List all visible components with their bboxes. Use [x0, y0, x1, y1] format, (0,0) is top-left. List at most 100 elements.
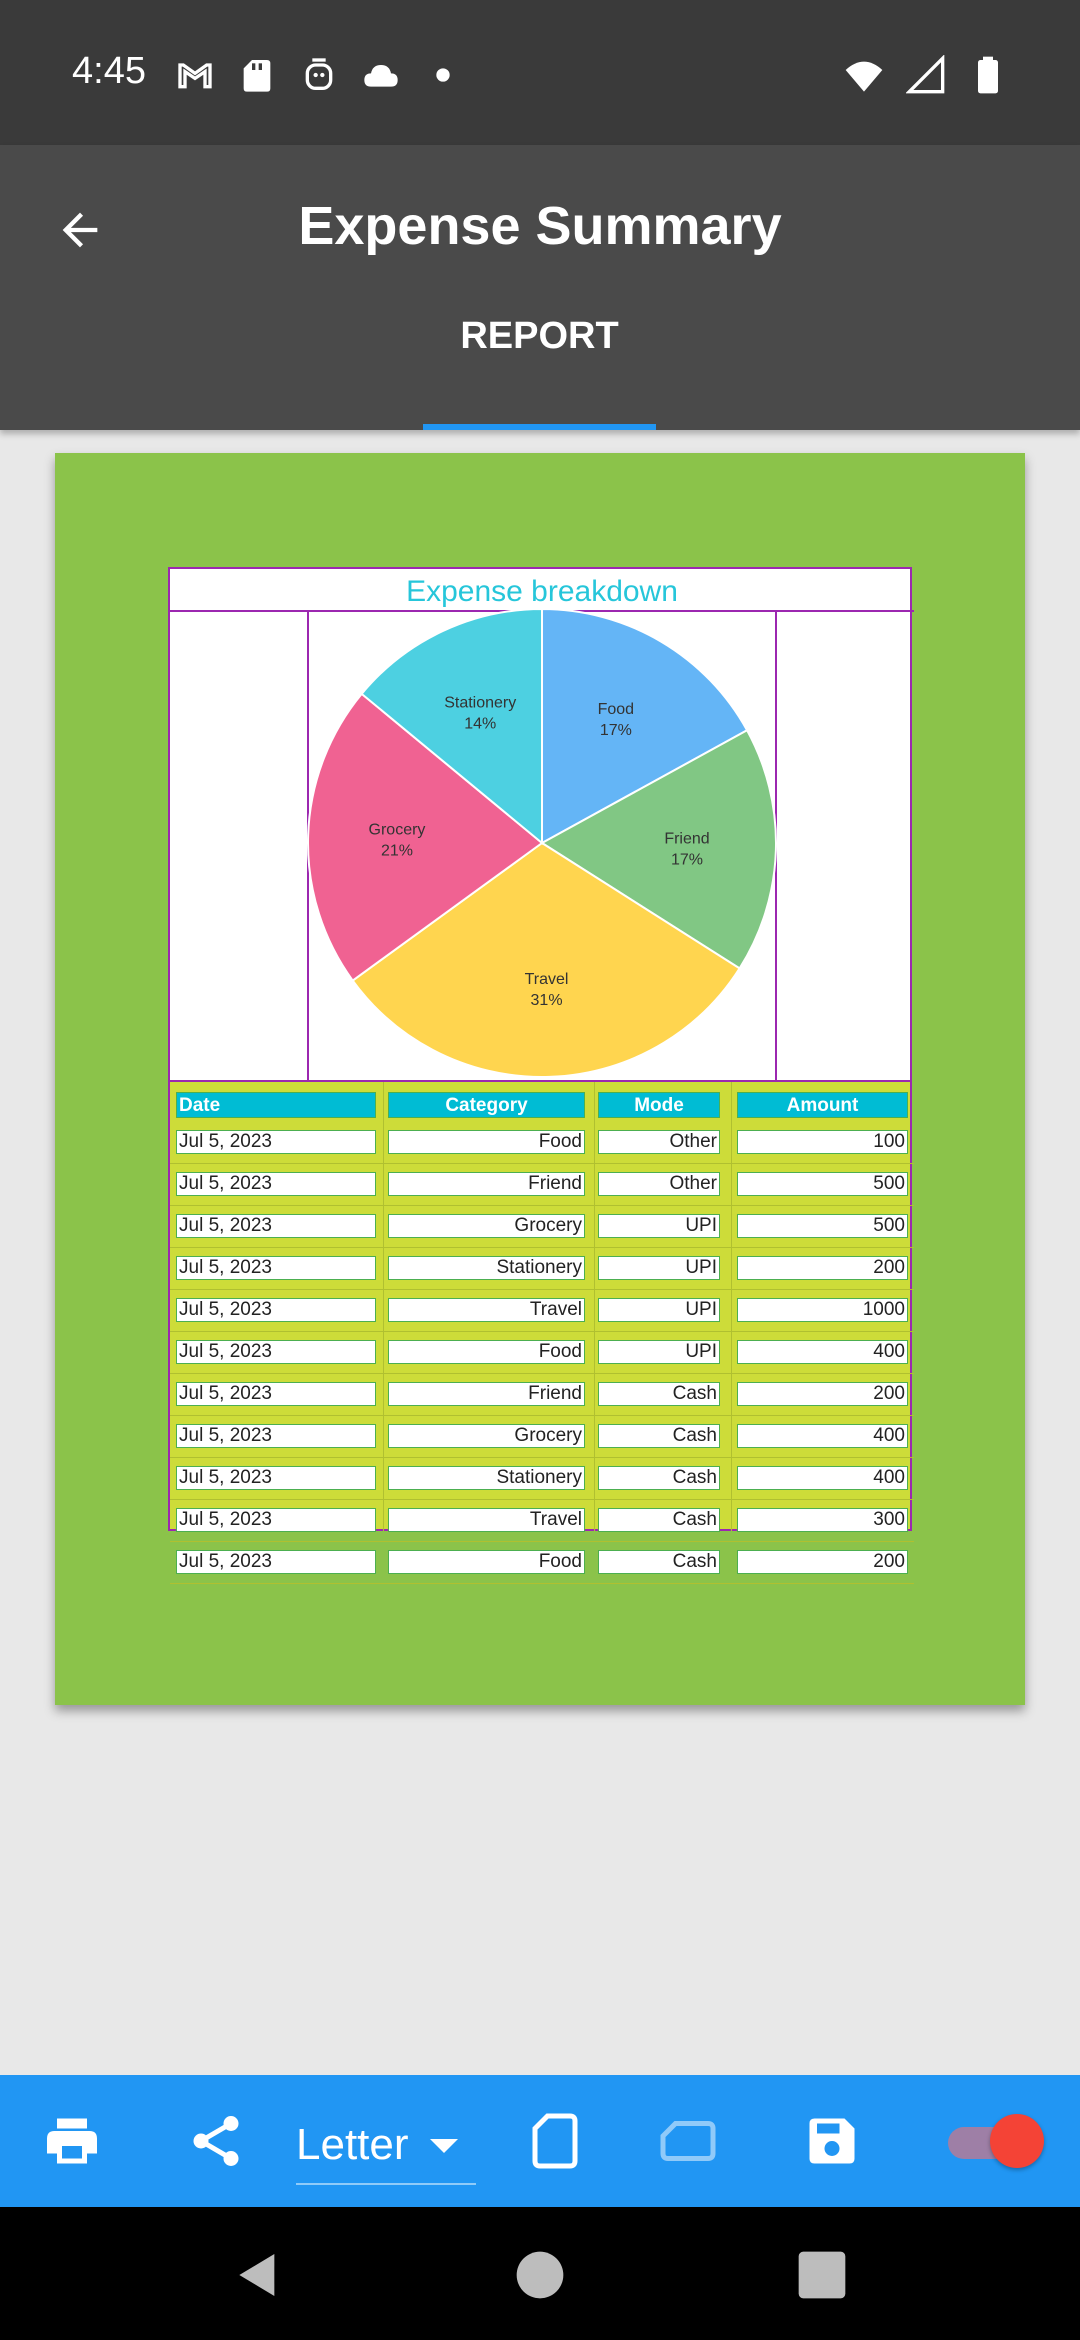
status-icons-left — [175, 55, 463, 95]
table-cell-amount: 1000 — [737, 1298, 908, 1322]
table-cell-amount: 200 — [737, 1550, 908, 1574]
table-cell-amount: 400 — [737, 1340, 908, 1364]
table-cell-date: Jul 5, 2023 — [176, 1550, 376, 1574]
table-cell-date: Jul 5, 2023 — [176, 1382, 376, 1406]
table-row: Jul 5, 2023 Grocery UPI 500 — [170, 1206, 914, 1248]
table-cell-category: Food — [388, 1550, 585, 1574]
tab-report[interactable]: REPORT — [423, 315, 656, 430]
table-cell-amount: 300 — [737, 1508, 908, 1532]
page-title: Expense Summary — [298, 196, 782, 256]
cloud-icon — [364, 65, 398, 87]
bottom-toolbar: Letter — [0, 2075, 1080, 2207]
table-cell-date: Jul 5, 2023 — [176, 1424, 376, 1448]
table-cell-date: Jul 5, 2023 — [176, 1508, 376, 1532]
table-cell-mode: Cash — [598, 1550, 720, 1574]
chevron-down-icon — [430, 2139, 458, 2153]
report-content: Expense breakdown Food 17% Friend 17% Travel 3… — [168, 567, 914, 1584]
table-header-amount: Amount — [737, 1092, 908, 1118]
portrait-icon — [532, 2113, 578, 2169]
save-icon — [809, 2118, 855, 2164]
table-cell-amount: 400 — [737, 1424, 908, 1448]
share-button[interactable] — [180, 2105, 252, 2177]
table-cell-mode: Cash — [598, 1424, 720, 1448]
table-row: Jul 5, 2023 Travel UPI 1000 — [170, 1290, 914, 1332]
table-cell-mode: UPI — [598, 1298, 720, 1322]
slice-label: Food — [598, 701, 634, 718]
slice-percent: 17% — [600, 722, 632, 739]
slice-percent: 17% — [671, 852, 703, 869]
slice-percent: 14% — [464, 716, 496, 733]
table-cell-date: Jul 5, 2023 — [176, 1130, 376, 1154]
table-cell-category: Travel — [388, 1298, 585, 1322]
table-cell-amount: 400 — [737, 1466, 908, 1490]
pie-chart: Expense breakdown Food 17% Friend 17% Travel 3… — [170, 575, 914, 1084]
paper-size-value: Letter — [296, 2120, 409, 2169]
signal-icon — [906, 55, 945, 94]
navigation-bar — [0, 2207, 1080, 2340]
nav-back-button[interactable] — [230, 2247, 286, 2303]
table-row: Jul 5, 2023 Food UPI 400 — [170, 1332, 914, 1374]
slice-percent: 31% — [531, 992, 563, 1009]
table-cell-mode: UPI — [598, 1256, 720, 1280]
table-cell-date: Jul 5, 2023 — [176, 1466, 376, 1490]
table-cell-category: Friend — [388, 1382, 585, 1406]
share-icon — [193, 2116, 239, 2166]
table-row: Jul 5, 2023 Travel Cash 300 — [170, 1500, 914, 1542]
table-row: Jul 5, 2023 Food Other 100 — [170, 1122, 914, 1164]
table-cell-mode: Cash — [598, 1382, 720, 1406]
print-button[interactable] — [36, 2105, 108, 2177]
slice-label: Friend — [664, 831, 709, 848]
slice-label: Travel — [525, 971, 569, 988]
table-cell-amount: 200 — [737, 1382, 908, 1406]
table-cell-date: Jul 5, 2023 — [176, 1340, 376, 1364]
tab-report-label: REPORT — [460, 315, 619, 357]
table-row: Jul 5, 2023 Food Cash 200 — [170, 1542, 914, 1584]
table-row: Jul 5, 2023 Grocery Cash 400 — [170, 1416, 914, 1458]
landscape-button[interactable] — [652, 2105, 724, 2177]
slice-label: Stationery — [444, 695, 516, 712]
status-bar: 4:45 — [0, 0, 1080, 145]
table-cell-mode: Other — [598, 1172, 720, 1196]
chart-title: Expense breakdown — [406, 575, 678, 608]
table-cell-mode: Other — [598, 1130, 720, 1154]
table-cell-amount: 500 — [737, 1172, 908, 1196]
gmail-icon — [178, 63, 212, 89]
table-row: Jul 5, 2023 Stationery Cash 400 — [170, 1458, 914, 1500]
app-bar: Expense Summary REPORT — [0, 145, 1080, 430]
table-row: Jul 5, 2023 Stationery UPI 200 — [170, 1248, 914, 1290]
chart-frame: Expense breakdown Food 17% Friend 17% Travel 3… — [168, 567, 914, 1084]
table-cell-mode: Cash — [598, 1466, 720, 1490]
battery-icon — [978, 56, 998, 94]
table-cell-amount: 500 — [737, 1214, 908, 1238]
table-cell-category: Food — [388, 1130, 585, 1154]
table-cell-category: Friend — [388, 1172, 585, 1196]
dot-icon — [436, 68, 450, 82]
portrait-button[interactable] — [519, 2105, 591, 2177]
face-icon — [305, 58, 333, 90]
nav-recents-button[interactable] — [794, 2247, 850, 2303]
tab-indicator — [423, 424, 656, 430]
table-cell-category: Stationery — [388, 1256, 585, 1280]
slice-percent: 21% — [381, 842, 413, 859]
table-cell-category: Travel — [388, 1508, 585, 1532]
print-icon — [47, 2118, 97, 2164]
save-button[interactable] — [796, 2105, 868, 2177]
toggle-switch[interactable] — [948, 2114, 1044, 2168]
table-row: Jul 5, 2023 Friend Cash 200 — [170, 1374, 914, 1416]
slice-label: Grocery — [369, 821, 426, 838]
toggle-knob — [990, 2114, 1044, 2168]
paper-size-select[interactable]: Letter — [296, 2105, 476, 2185]
report-page[interactable]: Expense breakdown Food 17% Friend 17% Travel 3… — [55, 453, 1025, 1705]
table-cell-date: Jul 5, 2023 — [176, 1298, 376, 1322]
table-cell-date: Jul 5, 2023 — [176, 1214, 376, 1238]
table-cell-category: Grocery — [388, 1424, 585, 1448]
table-cell-category: Grocery — [388, 1214, 585, 1238]
nav-home-button[interactable] — [512, 2247, 568, 2303]
table-cell-date: Jul 5, 2023 — [176, 1172, 376, 1196]
table-cell-amount: 200 — [737, 1256, 908, 1280]
wifi-icon — [845, 61, 883, 92]
table-cell-date: Jul 5, 2023 — [176, 1256, 376, 1280]
table-header-mode: Mode — [598, 1092, 720, 1118]
status-icons-right — [844, 55, 1008, 95]
expense-table: Date Category Mode Amount Jul 5, 2023 Food Oth… — [168, 1082, 914, 1584]
